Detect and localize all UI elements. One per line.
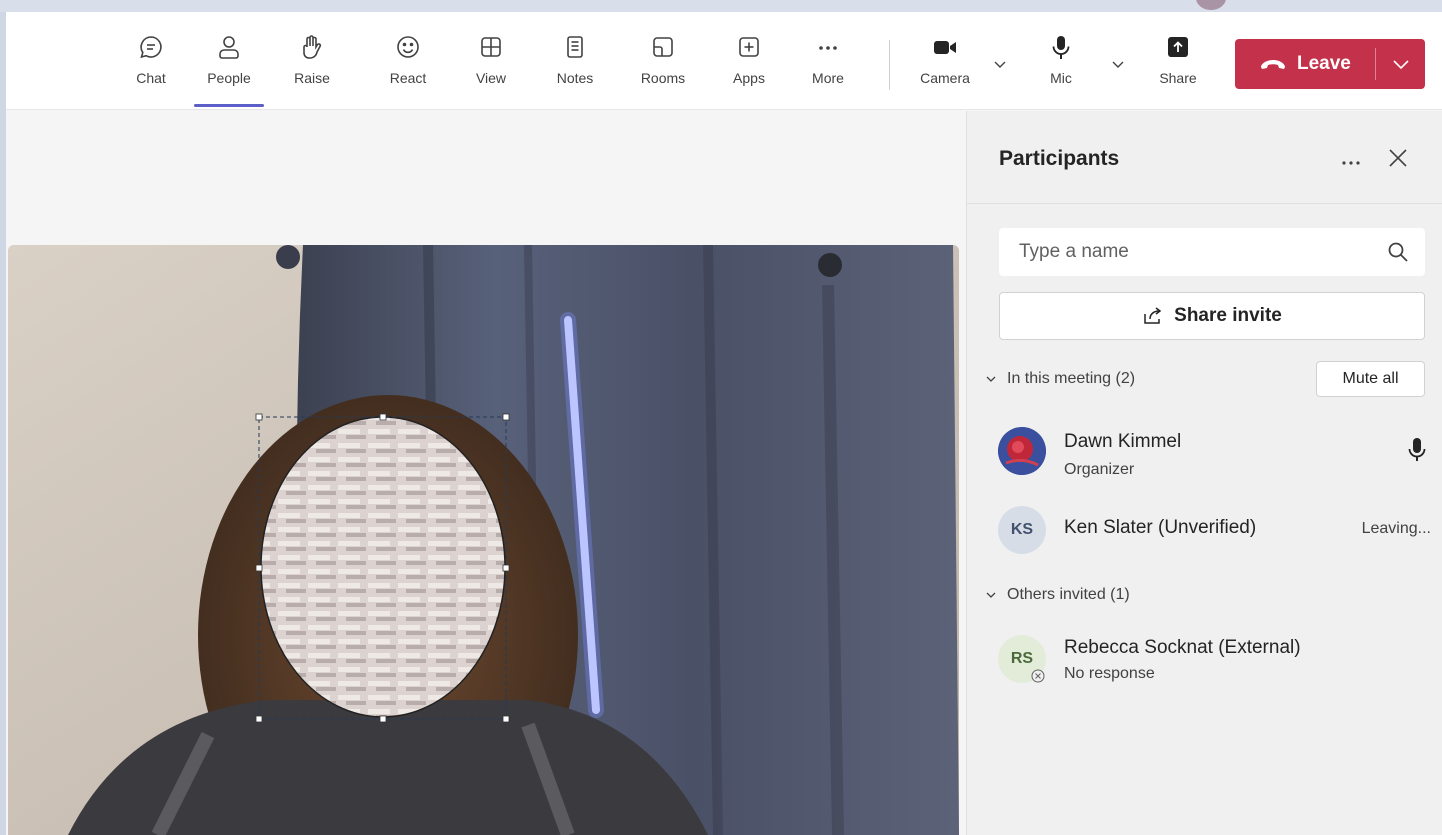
notes-icon [567,36,583,58]
others-invited-section-header[interactable]: Others invited (1) [985,586,1130,604]
meeting-stage [6,111,966,835]
chat-button[interactable]: Chat [121,34,181,98]
raise-hand-button[interactable]: Raise [282,34,342,98]
add-app-icon [739,37,759,57]
participant-status: Leaving... [1361,520,1431,537]
mic-button[interactable]: Mic [1031,34,1091,98]
raise-label: Raise [294,70,330,86]
view-label: View [475,70,507,86]
raise-hand-icon [303,35,322,59]
hang-up-icon [1261,60,1285,69]
invited-status: No response [1064,665,1155,682]
leave-button[interactable]: Leave [1235,39,1375,89]
pane-title: Participants [999,147,1120,170]
react-button[interactable]: React [378,34,438,98]
chat-label: Chat [136,70,166,86]
participant-name: Dawn Kimmel [1064,431,1182,452]
search-input[interactable] [1019,241,1359,263]
participants-pane: Participants Share invite In this meetin… [966,111,1442,835]
breakout-rooms-icon [653,37,673,57]
apps-label: Apps [733,70,765,86]
chat-icon [140,36,162,59]
meeting-window: Chat People Raise React View Notes Rooms… [6,12,1442,835]
more-dots-icon [819,46,837,50]
notes-label: Notes [556,70,594,86]
video-frame [8,245,959,835]
more-button[interactable]: More [798,34,858,98]
notes-button[interactable]: Notes [545,34,605,98]
invited-row[interactable]: RS Rebecca Socknat (External) No respons… [967,629,1442,689]
camera-button[interactable]: Camera [915,34,975,98]
leave-options-button[interactable] [1376,39,1425,89]
camera-options-chevron-icon[interactable] [992,56,1008,72]
avatar-image [998,427,1046,475]
avatar [998,427,1046,475]
mic-label: Mic [1050,70,1072,86]
view-button[interactable]: View [461,34,521,98]
people-button[interactable]: People [194,34,264,107]
share-label: Share [1159,70,1197,86]
chevron-down-icon [1392,60,1409,70]
user-avatar[interactable] [1196,0,1226,10]
apps-button[interactable]: Apps [719,34,779,98]
more-options-icon[interactable] [1340,151,1362,171]
mute-all-button[interactable]: Mute all [1316,361,1425,397]
toolbar-divider [889,40,890,90]
search-icon[interactable] [1387,241,1409,263]
participant-name: Ken Slater (Unverified) [1064,517,1257,538]
camera-label: Camera [920,70,970,86]
people-icon [219,36,239,59]
share-button[interactable]: Share [1148,34,1208,98]
in-meeting-section-header[interactable]: In this meeting (2) [985,370,1135,388]
avatar: KS [998,506,1046,554]
react-label: React [389,70,427,86]
in-meeting-header-label: In this meeting (2) [1007,370,1136,387]
share-invite-label: Share invite [1174,305,1282,326]
title-strip [0,0,1442,12]
participant-video [8,245,959,835]
share-arrow-icon [1144,307,1162,324]
rooms-label: Rooms [640,70,686,86]
microphone-icon [1408,438,1426,461]
people-label: People [207,70,251,86]
participant-row[interactable]: KS Ken Slater (Unverified) Leaving... [967,500,1442,560]
meeting-toolbar: Chat People Raise React View Notes Rooms… [6,12,1442,110]
others-invited-header-label: Others invited (1) [1007,586,1130,603]
participant-role: Organizer [1064,461,1135,478]
chevron-down-icon [986,592,996,598]
rooms-button[interactable]: Rooms [633,34,693,98]
camera-icon [934,41,956,54]
close-icon[interactable] [1387,147,1409,169]
grid-view-icon [481,37,501,57]
search-box [999,228,1425,276]
microphone-icon [1052,36,1070,59]
smiley-icon [397,36,419,58]
invited-name: Rebecca Socknat (External) [1064,637,1301,658]
more-label: More [812,70,844,86]
leave-label: Leave [1297,53,1351,74]
pane-divider [967,203,1442,204]
leave-button-group: Leave [1235,39,1425,89]
chevron-down-icon [986,376,996,382]
share-screen-icon [1168,37,1188,57]
declined-status-icon [1031,669,1045,683]
active-tab-indicator [194,104,264,107]
mic-options-chevron-icon[interactable] [1110,56,1126,72]
participant-row[interactable]: Dawn Kimmel Organizer [967,421,1442,481]
share-invite-button[interactable]: Share invite [999,292,1425,340]
